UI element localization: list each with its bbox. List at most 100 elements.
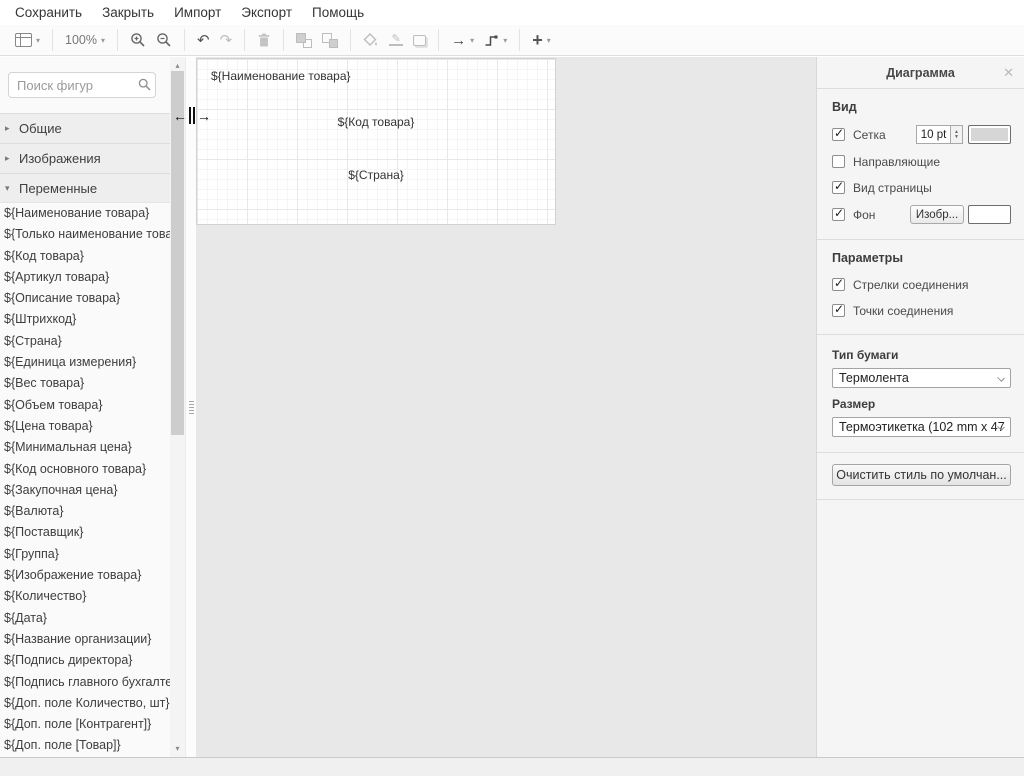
main-area: ▸ Общие ▸ Изображения ▾ Переменные ${Наи…: [0, 57, 1024, 757]
page-view-icon: [15, 33, 32, 47]
menu-item[interactable]: Помощь: [302, 5, 374, 20]
placeholder-country[interactable]: ${Страна}: [197, 168, 555, 182]
size-label: Размер: [832, 397, 1011, 411]
background-checkbox[interactable]: [832, 208, 845, 221]
connection-style-button[interactable]: → ▾: [446, 27, 479, 53]
variable-item[interactable]: ${Подпись главного бухгалтера}: [0, 672, 170, 693]
variable-item[interactable]: ${Код основного товара}: [0, 459, 170, 480]
diagram-canvas[interactable]: ${Наименование товара} ${Код товара} ${С…: [196, 57, 816, 757]
sidebar-splitter[interactable]: [185, 57, 196, 757]
guides-checkbox[interactable]: [832, 155, 845, 168]
grid-color-swatch[interactable]: [968, 125, 1011, 144]
variable-item[interactable]: ${Группа}: [0, 544, 170, 565]
insert-button[interactable]: + ▾: [527, 27, 556, 53]
to-back-icon: [322, 33, 338, 48]
to-front-button[interactable]: [291, 27, 317, 53]
toolbar: ▾ 100% ▾ ↶ ↷: [0, 25, 1024, 56]
placeholder-product-code[interactable]: ${Код товара}: [197, 115, 555, 129]
section-arrow-icon: ▸: [5, 123, 19, 134]
options-section: Параметры Стрелки соединения Точки соеди…: [817, 240, 1024, 335]
variable-item[interactable]: ${Код товара}: [0, 246, 170, 267]
redo-button[interactable]: ↷: [215, 27, 238, 53]
menu-item[interactable]: Сохранить: [5, 5, 92, 20]
sidebar-section[interactable]: ▾ Переменные: [0, 173, 170, 203]
option-checkbox[interactable]: [832, 304, 845, 317]
menu-item[interactable]: Импорт: [164, 5, 231, 20]
variable-item[interactable]: ${Единица измерения}: [0, 352, 170, 373]
guides-label: Направляющие: [853, 155, 1011, 169]
option-row: Стрелки соединения: [832, 276, 1011, 293]
variable-item[interactable]: ${Вес товара}: [0, 373, 170, 394]
background-image-button[interactable]: Изобр...: [910, 205, 964, 224]
variable-item[interactable]: ${Описание товара}: [0, 288, 170, 309]
variable-item[interactable]: ${Только наименование товара}: [0, 224, 170, 245]
option-checkbox[interactable]: [832, 278, 845, 291]
fill-color-button[interactable]: [358, 27, 384, 53]
scroll-up-icon[interactable]: ▴: [170, 61, 185, 70]
zoom-level-button[interactable]: 100% ▾: [60, 27, 110, 53]
variable-item[interactable]: ${Название организации}: [0, 629, 170, 650]
size-select[interactable]: Термоэтикетка (102 mm x 47: [832, 417, 1011, 437]
placeholder-product-name[interactable]: ${Наименование товара}: [211, 69, 351, 83]
variable-item[interactable]: ${Дата}: [0, 608, 170, 629]
page-view-checkbox[interactable]: [832, 181, 845, 194]
menu-item[interactable]: Экспорт: [231, 5, 302, 20]
grid-size-stepper[interactable]: ▲▼: [951, 125, 963, 144]
panel-header: Диаграмма ✕: [817, 57, 1024, 89]
background-label: Фон: [853, 208, 910, 222]
variable-item[interactable]: ${Валюта}: [0, 501, 170, 522]
option-row: Точки соединения: [832, 302, 1011, 319]
variable-item[interactable]: ${Изображение товара}: [0, 565, 170, 586]
panel-resize-handle[interactable]: ← →: [173, 107, 211, 124]
variable-item[interactable]: ${Артикул товара}: [0, 267, 170, 288]
to-back-button[interactable]: [317, 27, 343, 53]
variable-item[interactable]: ${Поставщик}: [0, 522, 170, 543]
search-input[interactable]: [8, 72, 156, 98]
label-page[interactable]: ${Наименование товара} ${Код товара} ${С…: [196, 58, 556, 225]
variable-item[interactable]: ${Подпись директора}: [0, 650, 170, 671]
variable-item[interactable]: ${Штрихкод}: [0, 309, 170, 330]
line-color-button[interactable]: ✎: [384, 27, 408, 53]
variable-item[interactable]: ${Минимальная цена}: [0, 437, 170, 458]
sidebar-section[interactable]: ▸ Изображения: [0, 143, 170, 173]
zoom-in-icon: [130, 32, 146, 48]
actions-section: Очистить стиль по умолчан...: [817, 453, 1024, 500]
variable-item[interactable]: ${Количество}: [0, 586, 170, 607]
background-row: Фон Изобр...: [832, 205, 1011, 224]
undo-icon: ↶: [197, 33, 210, 48]
delete-button[interactable]: [252, 27, 276, 53]
waypoint-style-button[interactable]: ▾: [479, 27, 512, 53]
grid-checkbox[interactable]: [832, 128, 845, 141]
resize-bars-icon: [189, 107, 195, 124]
variable-item[interactable]: ${Доп. поле [Товар]}: [0, 735, 170, 756]
page-view-button[interactable]: ▾: [10, 27, 45, 53]
grid-size-input[interactable]: 10 pt: [916, 125, 951, 144]
scroll-down-icon[interactable]: ▾: [170, 744, 185, 753]
shadow-button[interactable]: [408, 27, 431, 53]
zoom-out-button[interactable]: [151, 27, 177, 53]
splitter-grip-icon[interactable]: [189, 401, 194, 414]
zoom-level: 100%: [65, 33, 97, 47]
variable-item[interactable]: ${Цена товара}: [0, 416, 170, 437]
options-heading: Параметры: [832, 251, 1011, 265]
section-label: Переменные: [19, 181, 97, 196]
zoom-in-button[interactable]: [125, 27, 151, 53]
variable-item[interactable]: ${Объем товара}: [0, 395, 170, 416]
sidebar-scrollbar[interactable]: ▴ ▾: [170, 57, 185, 757]
background-color-swatch[interactable]: [968, 205, 1011, 224]
scrollbar-thumb[interactable]: [171, 71, 184, 435]
resize-left-icon: ←: [173, 108, 187, 124]
variable-item[interactable]: ${Страна}: [0, 331, 170, 352]
close-icon[interactable]: ✕: [1003, 65, 1014, 81]
section-arrow-icon: ▸: [5, 153, 19, 164]
paper-type-select[interactable]: Термолента: [832, 368, 1011, 388]
trash-icon: [257, 33, 271, 48]
variable-item[interactable]: ${Доп. поле Количество, шт}: [0, 693, 170, 714]
variable-item[interactable]: ${Наименование товара}: [0, 203, 170, 224]
menu-item[interactable]: Закрыть: [92, 5, 164, 20]
variable-item[interactable]: ${Доп. поле [Контрагент]}: [0, 714, 170, 735]
variable-item[interactable]: ${Закупочная цена}: [0, 480, 170, 501]
undo-button[interactable]: ↶: [192, 27, 215, 53]
clear-default-style-button[interactable]: Очистить стиль по умолчан...: [832, 464, 1011, 486]
sidebar-section[interactable]: ▸ Общие: [0, 113, 170, 143]
